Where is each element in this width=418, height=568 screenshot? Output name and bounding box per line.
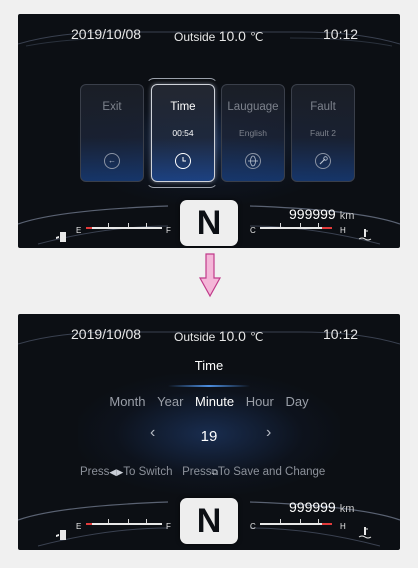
clock-display: 10:12 bbox=[323, 26, 359, 42]
odometer-unit: km bbox=[339, 503, 355, 515]
outside-temp-value: 10.0 bbox=[218, 28, 246, 44]
coolant-temperature-icon bbox=[358, 228, 372, 247]
temp-bar bbox=[260, 523, 322, 525]
temp-tick bbox=[318, 223, 319, 227]
menu-card-exit[interactable]: Exit ← bbox=[80, 84, 144, 182]
time-field-tabs: Month Year Minute Hour Day bbox=[18, 394, 400, 409]
menu-card-label: Time bbox=[170, 101, 196, 113]
fuel-tick bbox=[108, 519, 109, 523]
odometer: 999999 km bbox=[289, 499, 354, 515]
odometer: 999999 km bbox=[289, 206, 354, 222]
menu-card-label: Lauguage bbox=[227, 101, 279, 113]
help-press-label: Press bbox=[182, 466, 212, 478]
clock-icon bbox=[175, 153, 191, 169]
help-text: Press◀▶To Switch Press⧉To Save and Chang… bbox=[80, 466, 325, 478]
coolant-temperature-icon bbox=[358, 526, 372, 545]
menu-card-time[interactable]: Time 00:54 bbox=[151, 84, 215, 182]
menu-card-language[interactable]: Lauguage English bbox=[221, 84, 285, 182]
back-arrow-icon: ← bbox=[104, 153, 120, 169]
odometer-value: 999999 bbox=[289, 499, 336, 515]
odometer-value: 999999 bbox=[289, 206, 336, 222]
fuel-tick bbox=[146, 223, 147, 227]
odometer-unit: km bbox=[339, 210, 355, 222]
temp-hot-label: H bbox=[340, 226, 346, 235]
fuel-full-label: F bbox=[166, 522, 171, 531]
temp-tick bbox=[318, 519, 319, 523]
outside-label: Outside bbox=[174, 330, 216, 344]
wrench-icon bbox=[315, 153, 331, 169]
fuel-tick bbox=[128, 519, 129, 523]
fuel-tick bbox=[128, 223, 129, 227]
title-underline bbox=[168, 385, 250, 387]
tab-hour[interactable]: Hour bbox=[246, 394, 274, 409]
menu-card-value: Fault 2 bbox=[310, 128, 336, 138]
fuel-full-label: F bbox=[166, 226, 171, 235]
help-save-label: To Save and Change bbox=[217, 466, 326, 478]
temp-unit: ℃ bbox=[249, 30, 264, 44]
fuel-empty-label: E bbox=[76, 522, 82, 531]
time-value: 19 bbox=[200, 428, 218, 445]
gear-indicator: N bbox=[180, 200, 238, 246]
temp-bar-red bbox=[322, 227, 332, 229]
tab-year[interactable]: Year bbox=[157, 394, 183, 409]
chevron-right-icon[interactable]: › bbox=[266, 424, 271, 442]
menu-card-label: Exit bbox=[102, 101, 122, 113]
fuel-pump-icon bbox=[56, 528, 70, 546]
temp-tick bbox=[300, 519, 301, 523]
date-display: 2019/10/08 bbox=[71, 326, 142, 342]
globe-icon bbox=[245, 153, 261, 169]
temp-hot-label: H bbox=[340, 522, 346, 531]
temp-cold-label: C bbox=[250, 522, 256, 531]
tab-month[interactable]: Month bbox=[109, 394, 145, 409]
menu-card-fault[interactable]: Fault Fault 2 bbox=[291, 84, 355, 182]
temp-tick bbox=[300, 223, 301, 227]
fuel-bar bbox=[92, 523, 162, 525]
outside-temperature: Outside 10.0 ℃ bbox=[174, 328, 263, 344]
outside-temperature: Outside 10.0 ℃ bbox=[174, 28, 263, 44]
cluster-screen-menu: 2019/10/08 Outside 10.0 ℃ 10:12 Exit ← Ti… bbox=[18, 14, 400, 248]
tab-minute[interactable]: Minute bbox=[195, 394, 234, 409]
gear-indicator: N bbox=[180, 498, 238, 544]
help-press-label: Press bbox=[80, 466, 110, 478]
temp-bar-red bbox=[322, 523, 332, 525]
clock-display: 10:12 bbox=[323, 326, 359, 342]
page-title: Time bbox=[194, 358, 224, 373]
temp-unit: ℃ bbox=[249, 330, 264, 344]
tab-day[interactable]: Day bbox=[286, 394, 309, 409]
temp-tick bbox=[280, 519, 281, 523]
left-right-arrows-icon: ◀▶ bbox=[109, 467, 124, 477]
down-arrow-icon bbox=[198, 252, 222, 303]
menu-card-value: English bbox=[239, 128, 267, 138]
outside-temp-value: 10.0 bbox=[218, 328, 246, 344]
fuel-tick bbox=[108, 223, 109, 227]
fuel-empty-label: E bbox=[76, 226, 82, 235]
menu-card-label: Fault bbox=[310, 101, 336, 113]
fuel-pump-icon bbox=[56, 230, 70, 248]
cluster-screen-time-setting: 2019/10/08 Outside 10.0 ℃ 10:12 Time Mont… bbox=[18, 314, 400, 550]
help-switch-label: To Switch bbox=[123, 466, 173, 478]
temp-cold-label: C bbox=[250, 226, 256, 235]
temp-bar bbox=[260, 227, 322, 229]
temp-tick bbox=[280, 223, 281, 227]
fuel-bar bbox=[92, 227, 162, 229]
outside-label: Outside bbox=[174, 30, 216, 44]
fuel-tick bbox=[146, 519, 147, 523]
date-display: 2019/10/08 bbox=[71, 26, 142, 42]
menu-card-value: 00:54 bbox=[172, 128, 194, 138]
